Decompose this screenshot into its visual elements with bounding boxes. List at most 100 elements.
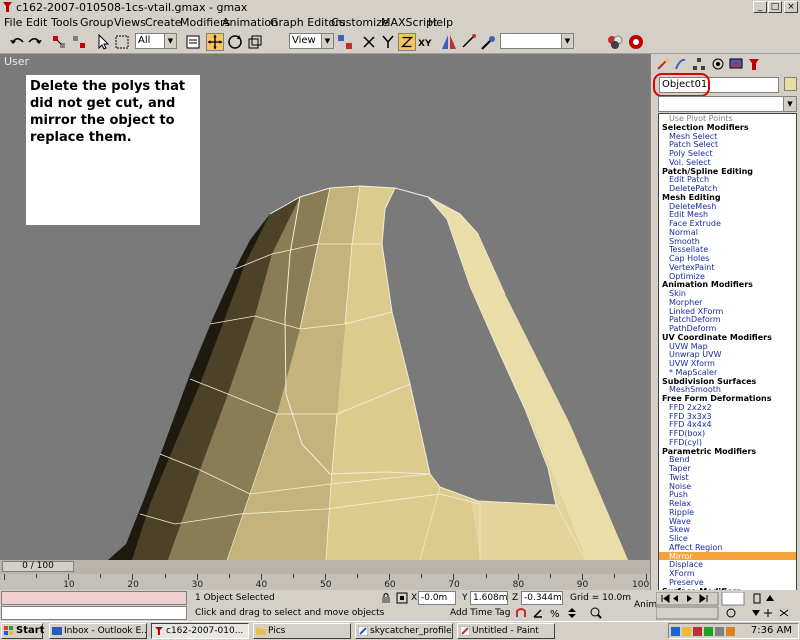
modifier-item[interactable]: Edit Mesh [659, 210, 796, 219]
modifier-item-selected[interactable]: Mirror [659, 551, 796, 560]
modifier-dropdown-list[interactable]: Use Pivot Points Selection Modifiers Mesh … [658, 113, 797, 610]
maxscript-output-field[interactable] [1, 606, 187, 620]
undo-icon[interactable] [8, 33, 26, 51]
angle-snap-icon[interactable] [532, 607, 544, 619]
zoom-extents-icon[interactable] [590, 607, 602, 619]
render-icon[interactable] [627, 33, 645, 51]
modifier-item[interactable]: XForm [659, 569, 796, 578]
viewport-label[interactable]: User [4, 55, 29, 68]
track-bar[interactable]: 10 20 30 40 50 60 70 80 90 100 [0, 574, 650, 590]
modifier-item[interactable]: PatchDeform [659, 315, 796, 324]
modifier-item[interactable]: * MapScaler [659, 368, 796, 377]
modifier-item[interactable]: Vol. Select [659, 158, 796, 167]
array-icon[interactable] [460, 33, 478, 51]
maxscript-listener-field[interactable] [1, 591, 187, 605]
menu-edit[interactable]: Edit [26, 16, 47, 29]
create-tab-icon[interactable] [656, 57, 670, 71]
z-coordinate-field[interactable]: -0.344m [521, 591, 563, 605]
modifier-item[interactable]: FFD 2x2x2 [659, 403, 796, 412]
playback-controls[interactable] [656, 592, 800, 620]
menu-tools[interactable]: Tools [51, 16, 78, 29]
select-by-name-icon[interactable] [184, 33, 202, 51]
modifier-item[interactable]: MeshSmooth [659, 385, 796, 394]
unlink-icon[interactable] [70, 33, 88, 51]
modifier-item[interactable]: FFD 4x4x4 [659, 420, 796, 429]
display-tab-icon[interactable] [729, 57, 743, 71]
modifier-item[interactable]: Use Pivot Points [659, 114, 796, 123]
y-coordinate-field[interactable]: 1.608m [470, 591, 508, 605]
modifier-item[interactable]: Skew [659, 525, 796, 534]
task-skycatcher[interactable]: skycatcher_profile.... [355, 623, 453, 639]
modifier-item[interactable]: Slice [659, 534, 796, 543]
modifier-item[interactable]: Linked XForm [659, 307, 796, 316]
minimize-button[interactable]: _ [753, 1, 767, 13]
task-paint[interactable]: Untitled - Paint [457, 623, 555, 639]
percent-snap-icon[interactable]: % [549, 607, 561, 619]
restrict-x-icon[interactable] [360, 33, 378, 51]
modifier-item[interactable]: Poly Select [659, 149, 796, 158]
menu-views[interactable]: Views [114, 16, 146, 29]
menu-file[interactable]: File [4, 16, 22, 29]
modifier-item[interactable]: Push [659, 490, 796, 499]
modify-tab-icon[interactable] [673, 57, 687, 71]
modifier-list-dropdown[interactable]: ▼ [658, 96, 797, 112]
time-slider-thumb[interactable]: 0 / 100 [2, 561, 74, 572]
mirror-icon[interactable] [440, 33, 458, 51]
modifier-item[interactable]: Unwrap UVW [659, 350, 796, 359]
rotate-icon[interactable] [226, 33, 244, 51]
modifier-item[interactable]: Mesh Select [659, 132, 796, 141]
modifier-item[interactable]: DeleteMesh [659, 202, 796, 211]
absolute-transform-icon[interactable] [396, 592, 408, 604]
modifier-item[interactable]: Edit Patch [659, 175, 796, 184]
task-gmax[interactable]: c162-2007-010... [151, 623, 249, 639]
modifier-item[interactable]: Displace [659, 560, 796, 569]
selection-filter-dropdown[interactable]: All ▼ [135, 33, 177, 49]
close-button[interactable]: × [784, 1, 798, 13]
tray-icons[interactable] [671, 626, 741, 637]
modifier-item[interactable]: Ripple [659, 508, 796, 517]
lock-selection-icon[interactable] [380, 592, 392, 604]
modifier-item[interactable]: Preserve [659, 578, 796, 587]
maximize-button[interactable]: □ [768, 1, 782, 13]
restrict-y-icon[interactable] [379, 33, 397, 51]
modifier-item[interactable]: Normal [659, 228, 796, 237]
modifier-item[interactable]: Wave [659, 517, 796, 526]
redo-icon[interactable] [26, 33, 44, 51]
x-coordinate-field[interactable]: -0.0m [418, 591, 456, 605]
named-selection-sets-dropdown[interactable]: ▼ [500, 33, 574, 49]
modifier-item[interactable]: Taper [659, 464, 796, 473]
spinner-snap-icon[interactable] [566, 607, 578, 619]
snap-toggle-icon[interactable] [515, 607, 527, 619]
hierarchy-tab-icon[interactable] [692, 57, 706, 71]
animate-label[interactable]: Anim [634, 600, 657, 610]
modifier-item[interactable]: FFD(box) [659, 429, 796, 438]
restrict-xy-icon[interactable]: XY [417, 33, 435, 51]
modifier-item[interactable]: FFD(cyl) [659, 438, 796, 447]
reference-coordinate-dropdown[interactable]: View ▼ [289, 33, 334, 49]
modifier-item[interactable]: Morpher [659, 298, 796, 307]
motion-tab-icon[interactable] [711, 57, 725, 71]
modifier-item[interactable]: Affect Region [659, 543, 796, 552]
material-editor-icon[interactable] [606, 33, 624, 51]
time-slider[interactable]: 0 / 100 [0, 560, 650, 574]
select-link-icon[interactable] [50, 33, 68, 51]
user-viewport[interactable]: User Delete the polys that did not get c… [0, 54, 650, 560]
modifier-item[interactable]: PathDeform [659, 324, 796, 333]
modifier-item[interactable]: VertexPaint [659, 263, 796, 272]
modifier-item[interactable]: UVW Xform [659, 359, 796, 368]
modifier-item[interactable]: Bend [659, 455, 796, 464]
restrict-z-icon[interactable] [398, 33, 416, 51]
add-time-tag[interactable]: Add Time Tag [450, 608, 510, 618]
region-select-icon[interactable] [113, 33, 131, 51]
modifier-item[interactable]: Skin [659, 289, 796, 298]
start-button[interactable]: Start [1, 623, 44, 639]
menu-help[interactable]: Help [428, 16, 453, 29]
scale-icon[interactable] [246, 33, 264, 51]
select-arrow-icon[interactable] [94, 33, 112, 51]
modifier-item[interactable]: Smooth [659, 237, 796, 246]
task-pics[interactable]: Pics [253, 623, 351, 639]
modifier-item[interactable]: DeletePatch [659, 184, 796, 193]
menu-create[interactable]: Create [145, 16, 182, 29]
move-icon[interactable] [206, 33, 224, 51]
modifier-item[interactable]: Cap Holes [659, 254, 796, 263]
